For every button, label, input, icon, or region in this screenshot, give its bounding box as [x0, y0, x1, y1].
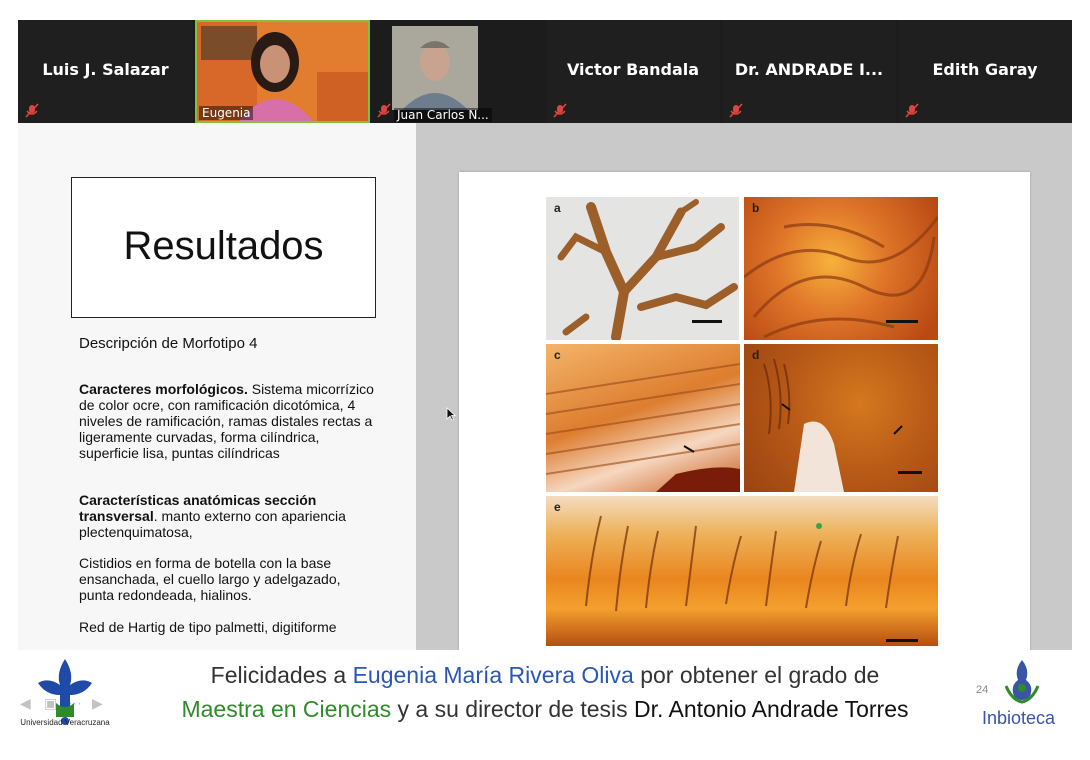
inbioteca-logo-icon	[1004, 660, 1040, 704]
banner-text: por obtener el grado de	[633, 662, 880, 688]
slide-title: Resultados	[123, 224, 324, 268]
cystidia-image	[585, 515, 899, 612]
panel-label: c	[554, 348, 561, 362]
scale-bar	[886, 320, 918, 323]
participant-name: Eugenia	[199, 106, 254, 120]
participant-tile[interactable]: Luis J. Salazar	[18, 20, 193, 123]
mic-off-icon	[905, 103, 919, 118]
scale-bar	[898, 471, 922, 474]
participant-tile[interactable]: Victor Bandala	[546, 20, 720, 123]
hartig-paragraph: Red de Hartig de tipo palmetti, digitifo…	[79, 619, 337, 635]
inbioteca-logo-caption: Inbioteca	[982, 708, 1056, 728]
mic-off-icon	[377, 103, 391, 118]
micrograph-panel-d: d	[744, 344, 938, 492]
participant-tile-eugenia[interactable]: Eugenia	[195, 20, 370, 123]
participant-tile[interactable]: Dr. ANDRADE I...	[722, 20, 896, 123]
banner-line-1: Felicidades a Eugenia María Rivera Oliva…	[0, 662, 1090, 689]
uv-logo-caption: Universidad Veracruzana	[20, 718, 110, 727]
scale-bar	[692, 320, 722, 323]
participant-tile[interactable]: Edith Garay	[898, 20, 1072, 123]
participant-name: Luis J. Salazar	[42, 60, 169, 79]
hyphae-image	[744, 216, 938, 339]
participant-name: Edith Garay	[932, 60, 1038, 79]
micrograph-panel-a: a	[546, 197, 739, 340]
graduate-name: Eugenia María Rivera Oliva	[352, 662, 634, 688]
participant-strip: Luis J. Salazar Eugenia Juan Carlos N...…	[18, 20, 1072, 123]
mantle-section-image	[546, 363, 740, 492]
panel-label: d	[752, 348, 760, 362]
morphology-heading: Caracteres morfológicos.	[79, 381, 248, 397]
banner-text: Felicidades a	[210, 662, 353, 688]
banner-line-2: Maestra en Ciencias y a su director de t…	[0, 696, 1090, 723]
panel-label: b	[752, 201, 760, 215]
participant-video	[392, 26, 478, 110]
anatomy-paragraph: Características anatómicas sección trans…	[79, 492, 379, 540]
scale-bar	[886, 639, 918, 642]
mouse-pointer-icon	[446, 407, 456, 421]
micrograph-panel-b: b	[744, 197, 938, 340]
panel-label: e	[554, 500, 561, 514]
banner-text: y a su director de tesis	[391, 696, 635, 722]
slide-page-number: 24	[976, 684, 989, 696]
meeting-window: Luis J. Salazar Eugenia Juan Carlos N...…	[0, 0, 1090, 760]
participant-tile-juan-carlos[interactable]: Juan Carlos N...	[372, 20, 544, 123]
micrograph-panel-c: c	[546, 344, 740, 492]
micrograph-panel-e: e	[546, 496, 938, 646]
director-name: Dr. Antonio Andrade Torres	[634, 696, 909, 722]
cystidia-paragraph: Cistidios en forma de botella con la bas…	[79, 555, 341, 603]
mic-off-icon	[25, 103, 39, 118]
mic-off-icon	[553, 103, 567, 118]
degree-name: Maestra en Ciencias	[181, 696, 392, 722]
mycorrhiza-branch-image	[557, 199, 738, 340]
morphology-paragraph: Caracteres morfológicos. Sistema micorrí…	[79, 381, 379, 461]
participant-name: Dr. ANDRADE I...	[734, 60, 884, 79]
panel-label: a	[554, 201, 561, 215]
congratulations-banner: Felicidades a Eugenia María Rivera Oliva…	[0, 650, 1090, 760]
participant-name: Victor Bandala	[566, 60, 700, 79]
slide-title-box: Resultados	[71, 177, 376, 318]
participant-name: Juan Carlos N...	[394, 108, 492, 122]
mic-off-icon	[729, 103, 743, 118]
slide-subtitle: Descripción de Morfotipo 4	[79, 335, 258, 352]
hartig-net-image	[763, 358, 903, 492]
